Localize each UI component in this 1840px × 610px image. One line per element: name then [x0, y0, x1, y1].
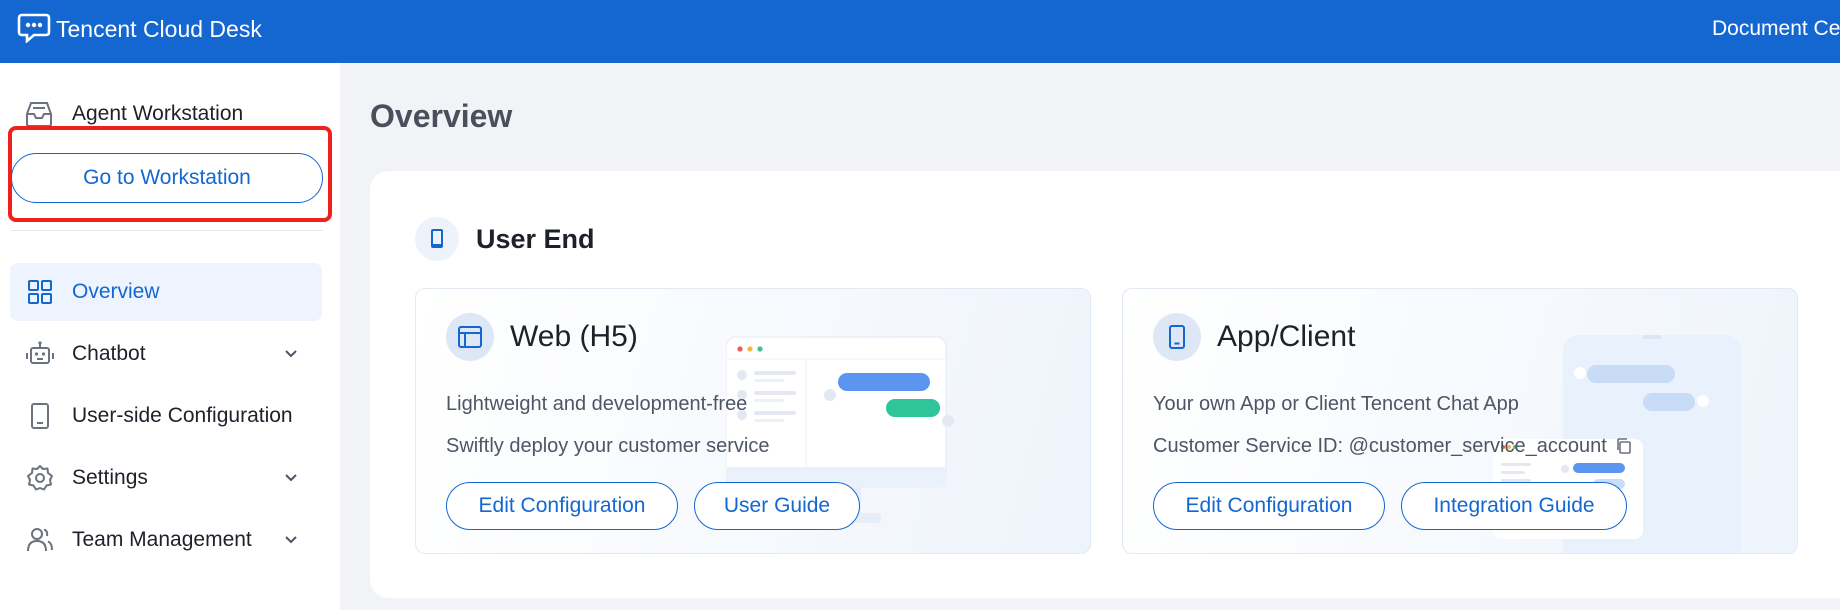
section-title: User End: [476, 223, 595, 254]
agent-workstation-label: Agent Workstation: [72, 102, 244, 125]
phone-icon: [415, 217, 459, 261]
sidebar-item-label: Settings: [72, 466, 148, 489]
sidebar-item-label: User-side Configuration: [72, 404, 293, 427]
top-bar: Tencent Cloud Desk Document Center: [0, 0, 1840, 63]
inbox-tray-icon: [26, 102, 52, 127]
app-client-card: App/Client Your own App or Client Tencen…: [1122, 288, 1798, 554]
tablet-icon: [1153, 313, 1201, 361]
app-client-title: App/Client: [1217, 320, 1356, 353]
robot-icon: [26, 340, 54, 368]
sidebar-divider: [11, 230, 323, 231]
grid-icon: [26, 278, 54, 306]
sidebar-item-label: Overview: [72, 280, 160, 303]
sidebar: Agent Workstation Go to Workstation Over…: [0, 63, 340, 610]
customer-service-id-text: Customer Service ID: @customer_service_a…: [1153, 435, 1607, 457]
web-h5-title: Web (H5): [510, 320, 638, 353]
sidebar-item-chatbot[interactable]: Chatbot: [10, 325, 322, 383]
web-user-guide-button[interactable]: User Guide: [694, 482, 860, 530]
chat-bubble-logo-icon: [17, 13, 51, 43]
app-integration-guide-button[interactable]: Integration Guide: [1401, 482, 1627, 530]
chevron-down-icon[interactable]: [282, 469, 300, 487]
browser-window-icon: [446, 313, 494, 361]
app-client-header: App/Client: [1153, 313, 1355, 361]
team-icon: [26, 526, 54, 554]
web-h5-card: Web (H5) Lightweight and development-fre…: [415, 288, 1091, 554]
app-client-description-line1: Your own App or Client Tencent Chat App: [1153, 393, 1519, 415]
sidebar-item-label: Team Management: [72, 528, 252, 551]
chevron-down-icon[interactable]: [282, 345, 300, 363]
brand-name[interactable]: Tencent Cloud Desk: [56, 14, 262, 44]
sidebar-item-user-side-configuration[interactable]: User-side Configuration: [10, 387, 322, 445]
customer-service-id: Customer Service ID: @customer_service_a…: [1153, 435, 1633, 458]
web-h5-description-line2: Swiftly deploy your customer service: [446, 435, 770, 457]
sidebar-item-settings[interactable]: Settings: [10, 449, 322, 507]
copy-icon[interactable]: [1615, 437, 1633, 455]
web-edit-configuration-button[interactable]: Edit Configuration: [446, 482, 678, 530]
go-to-workstation-button[interactable]: Go to Workstation: [11, 153, 323, 203]
web-h5-description-line1: Lightweight and development-free: [446, 393, 748, 415]
page-title: Overview: [370, 98, 513, 134]
user-end-card: User End Web (H5) Lightweight and develo…: [370, 171, 1840, 598]
sidebar-item-overview[interactable]: Overview: [10, 263, 322, 321]
section-header: User End: [415, 217, 595, 261]
chevron-down-icon[interactable]: [282, 531, 300, 549]
tablet-icon: [26, 402, 54, 430]
document-center-link[interactable]: Document Center: [1712, 14, 1840, 44]
web-h5-header: Web (H5): [446, 313, 638, 361]
sidebar-item-team-management[interactable]: Team Management: [10, 511, 322, 569]
app-edit-configuration-button[interactable]: Edit Configuration: [1153, 482, 1385, 530]
sidebar-item-label: Chatbot: [72, 342, 146, 365]
gear-icon: [26, 464, 54, 492]
